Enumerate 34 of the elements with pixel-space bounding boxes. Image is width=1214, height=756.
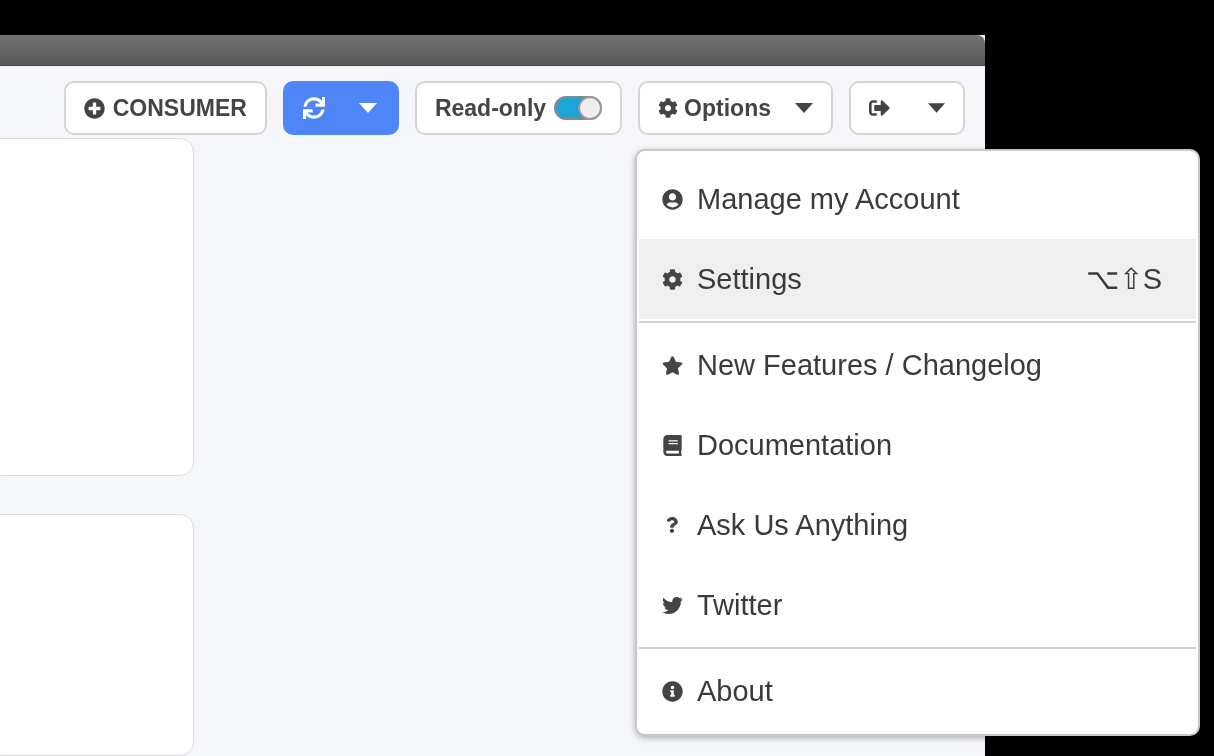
menu-item-label: About	[697, 674, 774, 708]
user-icon	[661, 188, 683, 210]
menu-item-label: New Features / Changelog	[697, 348, 1043, 382]
menu-item-label: Manage my Account	[697, 182, 961, 216]
caret-icon	[927, 103, 945, 113]
book-icon	[661, 434, 683, 456]
plus-icon	[83, 97, 105, 119]
caret-icon	[358, 103, 377, 113]
menu-item-label: Twitter	[697, 588, 784, 622]
read-only-toggle[interactable]: Read-only	[414, 81, 623, 135]
refresh-icon	[302, 97, 325, 119]
menu-item-label: Documentation	[697, 428, 894, 462]
info-icon	[661, 680, 683, 702]
menu-item[interactable]: Documentation	[639, 405, 1196, 485]
settings-icon	[661, 268, 683, 290]
settings-icon	[658, 98, 679, 118]
menu-item[interactable]: About	[639, 651, 1196, 731]
menu-item[interactable]: Manage my Account	[639, 159, 1196, 239]
refresh-button[interactable]	[282, 81, 399, 135]
options-button[interactable]: Options	[638, 81, 833, 135]
caret-icon	[795, 103, 813, 113]
menu-item-label: Ask Us Anything	[697, 508, 910, 542]
logout-button[interactable]	[849, 81, 965, 135]
bird-icon	[661, 594, 683, 616]
menu-item[interactable]: Twitter	[639, 565, 1196, 645]
shortcut-text: ⌥⇧S	[1085, 262, 1162, 296]
toggle-switch[interactable]	[554, 96, 603, 120]
star-icon	[661, 354, 683, 376]
consumer-button[interactable]: CONSUMER	[63, 81, 267, 135]
menu-item[interactable]: New Features / Changelog	[639, 325, 1196, 405]
menu-item-label: Settings	[697, 262, 803, 296]
logout-icon	[869, 97, 890, 119]
menu-item[interactable]: Ask Us Anything	[639, 485, 1196, 565]
menu-item[interactable]: Settings ⌥⇧S	[639, 239, 1196, 319]
